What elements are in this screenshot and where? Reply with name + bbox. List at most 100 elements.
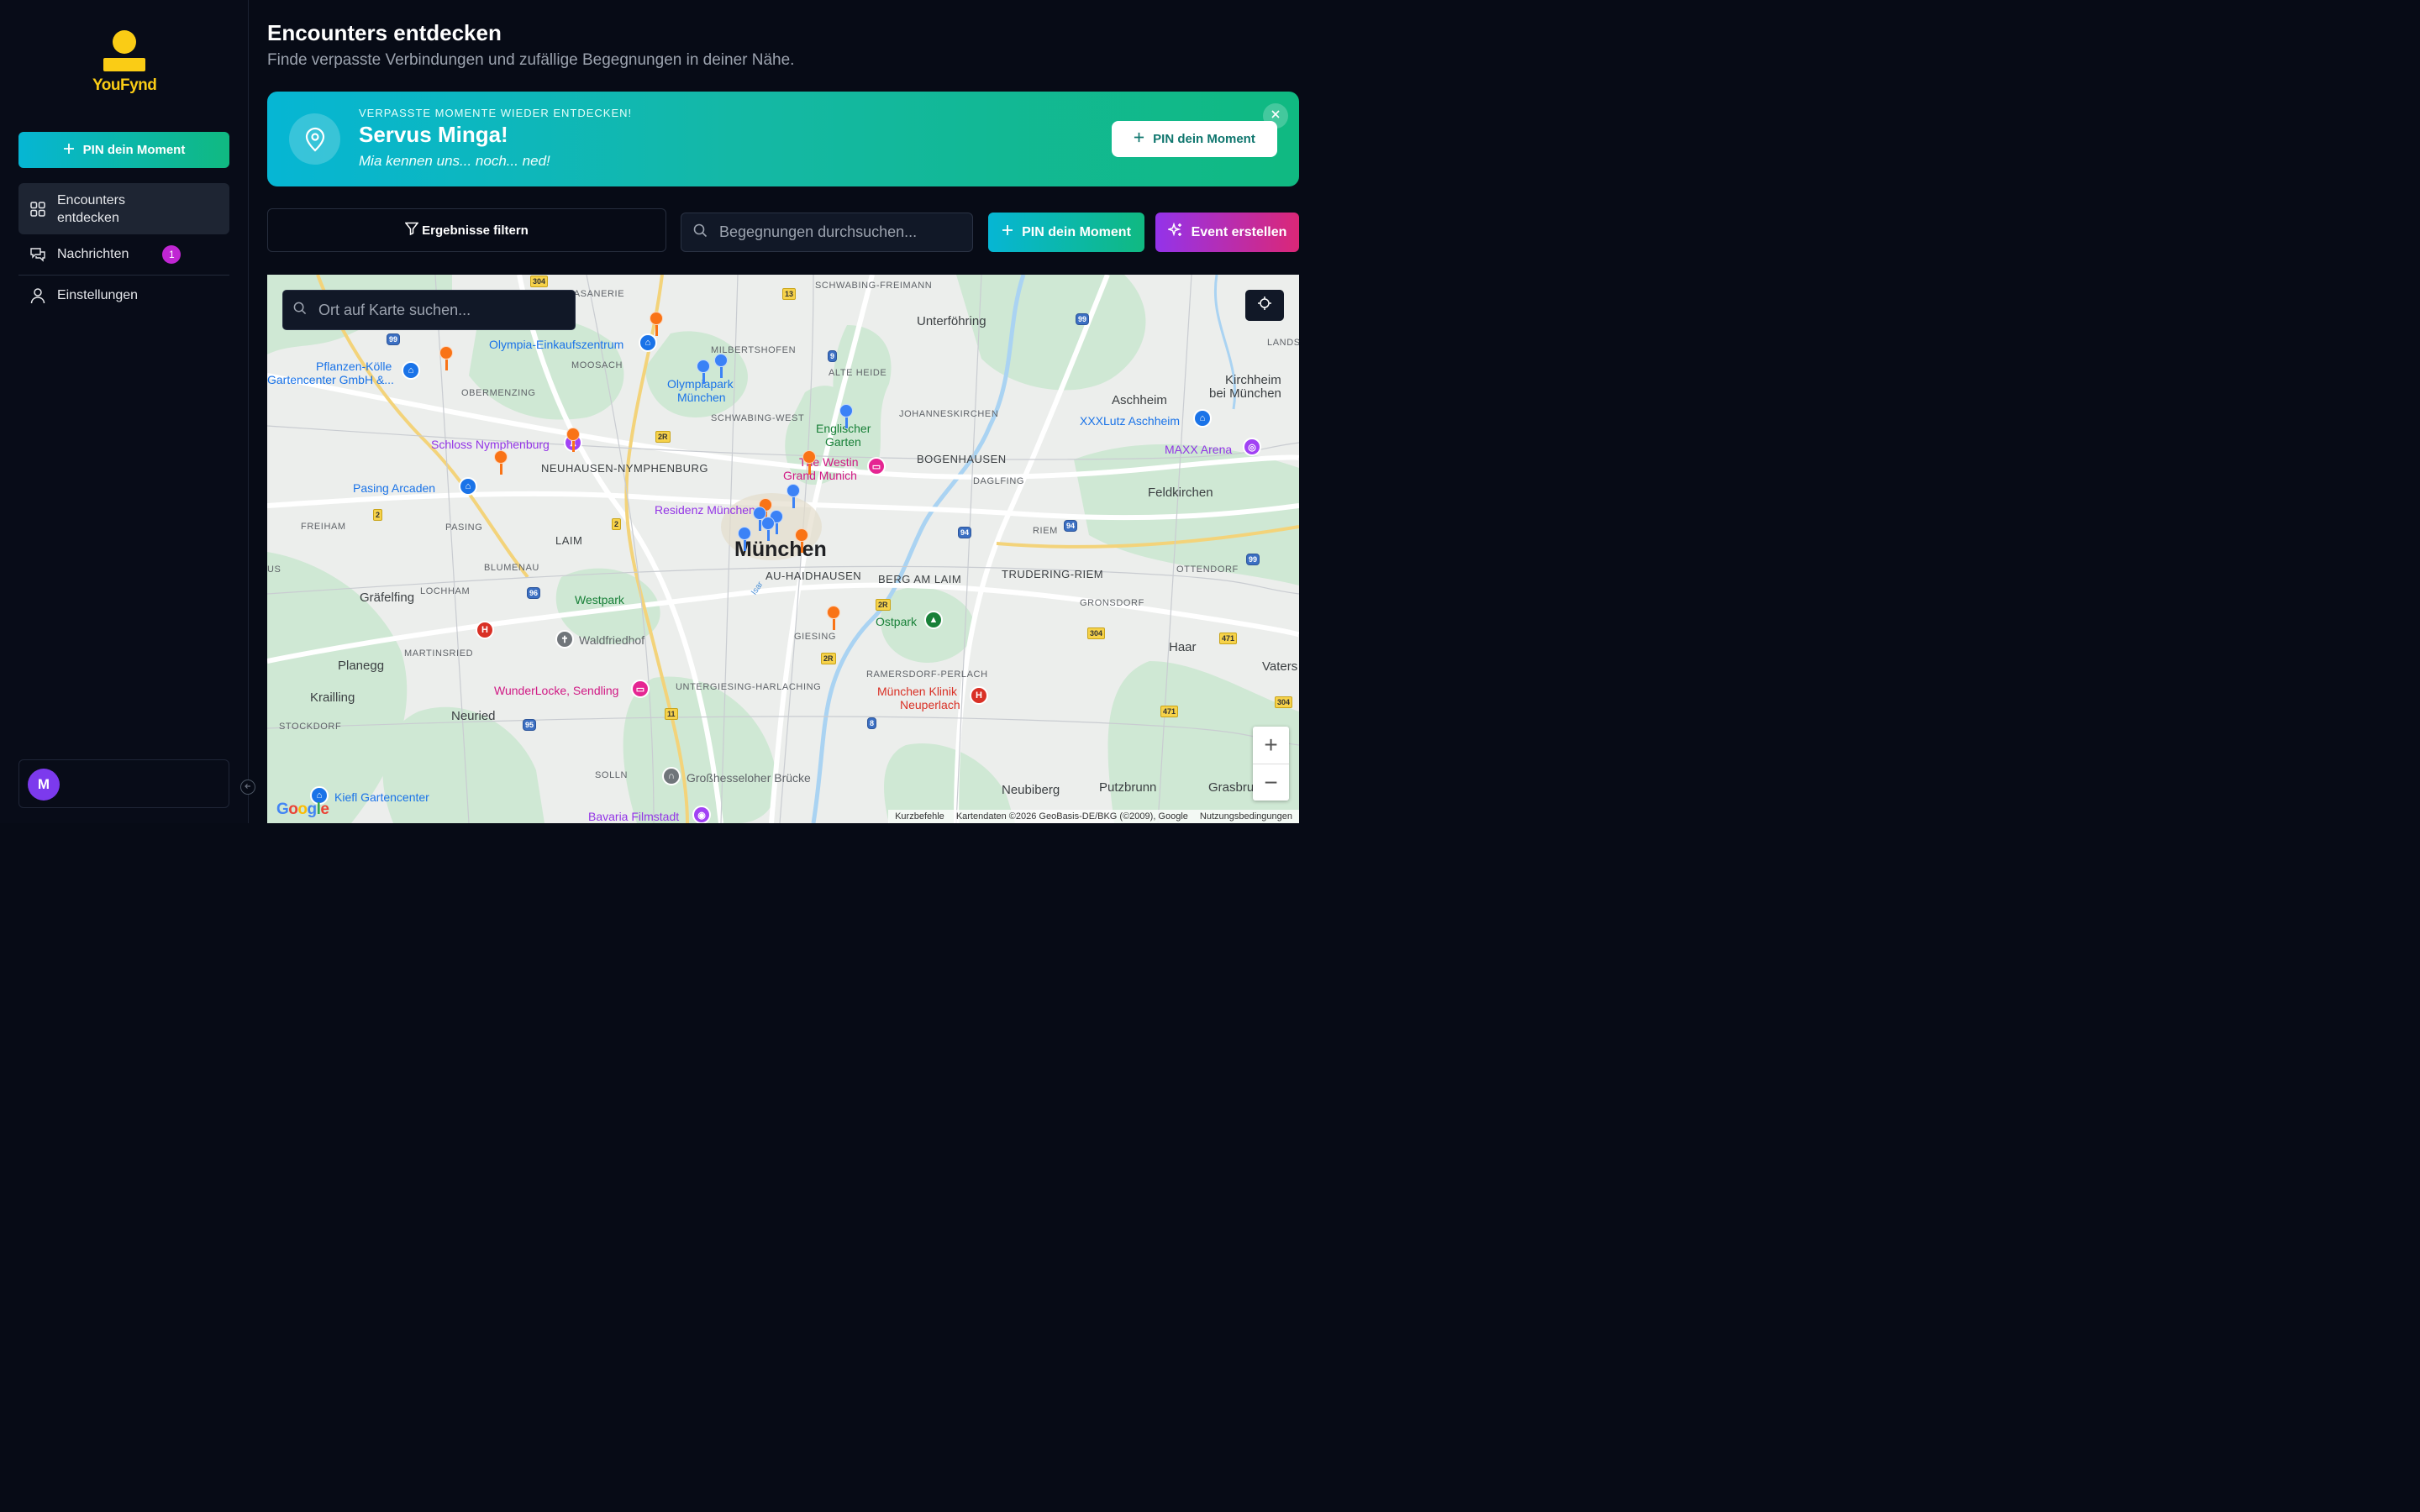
map-district-label: OTTENDORF <box>1176 564 1239 575</box>
map-place-label[interactable]: München <box>677 391 726 404</box>
encounter-pin[interactable] <box>795 528 810 554</box>
avatar[interactable]: M <box>28 769 60 801</box>
encounter-pin[interactable] <box>839 404 855 429</box>
shopping-bag-icon[interactable]: ⌂ <box>402 361 420 380</box>
encounter-search-input[interactable] <box>719 223 963 241</box>
map-district-label: GRONSDORF <box>1080 598 1144 608</box>
filter-results-button[interactable]: Ergebnisse filtern <box>267 208 666 252</box>
map-district-label: AU-HAIDHAUSEN <box>765 570 862 582</box>
map-place-label[interactable]: Neuperlach <box>900 698 960 711</box>
map-attribution: Kurzbefehle Kartendaten ©2026 GeoBasis-D… <box>888 810 1299 823</box>
hotel-icon[interactable]: ▭ <box>867 457 886 475</box>
road-shield: 11 <box>665 708 678 720</box>
keyboard-shortcuts-link[interactable]: Kurzbefehle <box>895 811 944 822</box>
encounter-pin[interactable] <box>714 354 729 379</box>
map-place-label[interactable]: MAXX Arena <box>1165 443 1232 456</box>
map-district-label: BLUMENAU <box>484 563 539 573</box>
hospital-icon[interactable]: H <box>476 621 494 639</box>
map-place-label[interactable]: Pasing Arcaden <box>353 481 435 495</box>
close-icon <box>1270 108 1281 123</box>
film-icon[interactable]: ◉ <box>692 806 711 823</box>
map-district-label: BERG AM LAIM <box>878 573 962 585</box>
map-district-label: BOGENHAUSEN <box>917 453 1007 465</box>
pin-moment-button[interactable]: PIN dein Moment <box>988 213 1144 252</box>
collapse-sidebar-button[interactable] <box>240 780 255 795</box>
google-logo: Google <box>276 801 329 818</box>
encounter-pin[interactable] <box>697 360 712 385</box>
shopping-bag-icon[interactable]: ⌂ <box>1193 409 1212 428</box>
map-place-label[interactable]: Schloss Nymphenburg <box>431 438 550 451</box>
cemetery-icon[interactable]: ✝ <box>555 630 574 648</box>
terms-link[interactable]: Nutzungsbedingungen <box>1200 811 1292 822</box>
road-shield: 99 <box>387 333 401 345</box>
encounter-pin[interactable] <box>439 346 455 371</box>
road-shield: 96 <box>527 587 541 599</box>
encounter-pin[interactable] <box>786 484 802 509</box>
map-place-label[interactable]: Kiefl Gartencenter <box>334 790 429 804</box>
map-town-label: Aschheim <box>1112 393 1167 407</box>
map-place-label[interactable]: Grand Munich <box>783 469 857 482</box>
zoom-in-button[interactable]: + <box>1253 727 1289 764</box>
locate-me-button[interactable] <box>1245 290 1284 321</box>
banner-pin-button[interactable]: PIN dein Moment <box>1112 121 1277 157</box>
sidebar-pin-label: PIN dein Moment <box>82 143 186 157</box>
road-shield: 471 <box>1160 706 1179 717</box>
tree-icon[interactable]: ▲ <box>924 611 943 629</box>
map-town-label: Vaters <box>1262 659 1298 674</box>
unread-badge: 1 <box>162 244 182 264</box>
map-place-label[interactable]: Olympia-Einkaufszentrum <box>489 338 623 351</box>
sidebar-item-settings[interactable]: Einstellungen <box>18 282 229 309</box>
map-place-label[interactable]: WunderLocke, Sendling <box>494 684 618 697</box>
map-place-label[interactable]: Westpark <box>575 593 624 606</box>
encounter-pin[interactable] <box>827 606 842 631</box>
map-district-label: UNTERGIESING-HARLACHING <box>676 682 822 692</box>
zoom-controls: + − <box>1253 727 1289 801</box>
app-logo[interactable]: YouFynd <box>92 30 157 95</box>
map-place-label[interactable]: Bavaria Filmstadt <box>588 810 679 823</box>
encounter-pin[interactable] <box>802 450 818 475</box>
map-district-label: OBERMENZING <box>461 388 536 398</box>
encounter-map[interactable]: SCHWABING-FREIMANN FASANERIE MILBERTSHOF… <box>267 275 1299 823</box>
sidebar-item-messages[interactable]: Nachrichten 1 <box>18 240 229 268</box>
app-name: YouFynd <box>92 76 157 94</box>
encounter-pin[interactable] <box>761 517 776 542</box>
hotel-icon[interactable]: ▭ <box>631 680 650 698</box>
map-town-label: Gräfelfing <box>360 591 415 605</box>
user-profile-card[interactable]: M <box>18 759 229 808</box>
map-place-label[interactable]: Ostpark <box>876 615 917 628</box>
encounter-pin[interactable] <box>494 450 509 475</box>
create-event-label: Event erstellen <box>1191 224 1287 239</box>
bridge-icon[interactable]: ∩ <box>662 767 681 785</box>
road-shield: 2 <box>373 509 383 521</box>
encounter-pin[interactable] <box>650 312 665 337</box>
encounter-pin[interactable] <box>566 428 581 453</box>
shopping-bag-icon[interactable]: ⌂ <box>459 477 477 496</box>
zoom-out-button[interactable]: − <box>1253 764 1289 801</box>
sidebar-pin-button[interactable]: PIN dein Moment <box>18 132 229 168</box>
map-place-label[interactable]: Residenz München <box>655 503 755 517</box>
map-place-label[interactable]: Großhesseloher Brücke <box>687 771 811 785</box>
map-place-label[interactable]: XXXLutz Aschheim <box>1080 414 1180 428</box>
map-place-label[interactable]: München Klinik <box>877 685 957 698</box>
map-town-label: Haar <box>1169 640 1197 654</box>
create-event-button[interactable]: Event erstellen <box>1155 213 1299 252</box>
banner-pin-label: PIN dein Moment <box>1153 132 1255 146</box>
map-place-label[interactable]: Pflanzen-Kölle <box>316 360 392 373</box>
sparkles-icon <box>1166 222 1183 242</box>
sidebar-item-encounters[interactable]: Encounters entdecken <box>18 183 229 234</box>
map-place-search-input[interactable] <box>318 301 562 319</box>
map-place-label[interactable]: Waldfriedhof <box>579 633 644 647</box>
map-place-search <box>282 290 576 330</box>
map-place-label[interactable]: Garten <box>825 435 861 449</box>
road-shield: 2R <box>876 599 891 611</box>
road-shield: 95 <box>523 719 537 731</box>
encounter-pin[interactable] <box>738 527 753 552</box>
hospital-icon[interactable]: H <box>970 686 988 705</box>
map-district-label: MOOSACH <box>571 360 623 370</box>
banner-close-button[interactable] <box>1263 103 1288 129</box>
arena-icon[interactable]: ◎ <box>1243 438 1261 456</box>
road-shield: 9 <box>828 350 838 362</box>
map-district-label: TRUDERING-RIEM <box>1002 568 1104 580</box>
map-place-label[interactable]: Gartencenter GmbH &... <box>267 373 394 386</box>
road-shield: 99 <box>1246 554 1260 565</box>
